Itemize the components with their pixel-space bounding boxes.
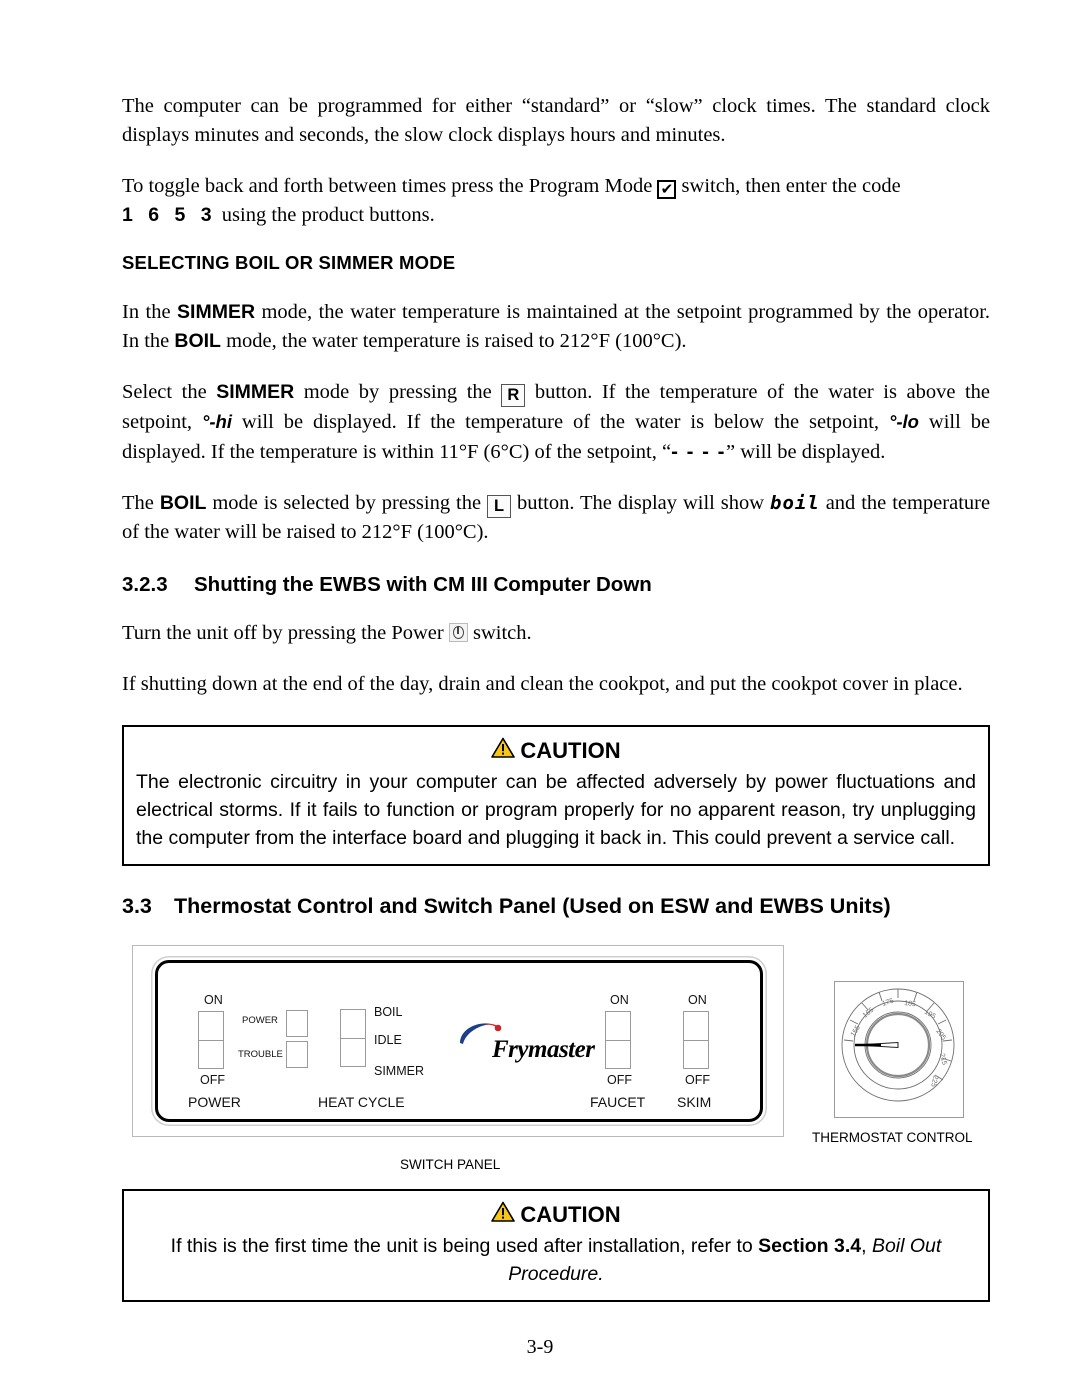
page-number: 3-9 [526,1336,554,1358]
heat-cycle-rocker-switch[interactable] [340,1009,366,1067]
dial-tick-185: 185 [904,1000,916,1008]
heat-boil-label: BOIL [374,1005,403,1019]
dial-tick-225: 225 [929,1075,939,1088]
indicator-lamp-pair [286,1010,308,1068]
paragraph-clock-times: The computer can be programmed for eithe… [122,95,990,146]
lamp-trouble-label: TROUBLE [238,1049,283,1060]
document-page: The computer can be programmed for eithe… [0,0,1080,1397]
heat-idle-label: IDLE [374,1033,402,1047]
section-title-3-2-3: Shutting the EWBS with CM III Computer D… [194,573,652,596]
toggle-text-c: using the product buttons. [221,204,435,226]
caution-box-electronics: CAUTION The electronic circuitry in your… [122,725,990,866]
switch-panel-outer-frame: ON OFF POWER POWER TROUBLE BOIL IDLE SIM… [132,945,784,1137]
caution-title-1: CAUTION [136,737,976,764]
figure-switch-panel-thermostat: ON OFF POWER POWER TROUBLE BOIL IDLE SIM… [122,945,990,1175]
simmer-text-a: In the [122,301,171,323]
paragraph-toggle-code: To toggle back and forth between times p… [122,172,990,230]
key-r-icon: R [501,384,526,407]
toggle-text-a: To toggle back and forth between times p… [122,175,653,197]
faucet-switch-off-label: OFF [607,1073,632,1087]
caution2-section-ref: Section 3.4 [758,1235,862,1257]
section-heading-3-2-3: 3.2.3 Shutting the EWBS with CM III Comp… [122,573,990,597]
label-simmer-2: SIMMER [216,381,295,403]
skim-switch-off-label: OFF [685,1073,710,1087]
warning-triangle-icon-2 [491,1201,516,1228]
page-content: The computer can be programmed for eithe… [122,92,990,1302]
select-text-b: mode by pressing the [303,381,492,403]
display-dashes: - - - - [671,440,726,463]
frymaster-logo: Frymaster ® [458,1021,613,1067]
caution-body-2: If this is the first time the unit is be… [136,1232,976,1288]
label-simmer: SIMMER [177,301,256,323]
power-symbol-icon [448,623,468,642]
caution-body-1: The electronic circuitry in your compute… [136,771,976,849]
dial-tick-215: 215 [938,1053,948,1066]
section-title-3-3: Thermostat Control and Switch Panel (Use… [174,894,891,918]
section-heading-3-3: 3.3 Thermostat Control and Switch Panel … [122,894,990,919]
faucet-switch-name: FAUCET [590,1094,646,1110]
label-boil-2: BOIL [159,492,207,514]
boil-text-c: button. The display will show [516,492,765,514]
lamp-power-label: POWER [242,1015,278,1026]
paragraph-shutdown-cleaning: If shutting down at the end of the day, … [122,673,963,695]
power-switch-name: POWER [188,1094,241,1110]
power-text-b: switch. [472,622,532,644]
label-boil: BOIL [174,330,221,352]
skim-switch-on-label: ON [688,993,707,1007]
warning-triangle-icon [491,737,516,764]
thermostat-dial: 155 165 175 185 195 205 215 225 [841,988,955,1102]
frymaster-wordmark: Frymaster [492,1036,595,1063]
power-rocker-switch[interactable] [198,1011,224,1069]
power-switch-off-label: OFF [200,1073,225,1087]
caution2-text-a: If this is the first time the unit is be… [170,1235,753,1257]
section-number-3-3: 3.3 [122,894,152,918]
heading-selecting-boil-or-simmer: SELECTING BOIL OR SIMMER MODE [122,252,456,273]
switch-panel-face: ON OFF POWER POWER TROUBLE BOIL IDLE SIM… [155,960,763,1122]
select-text-f: ” will be displayed. [726,441,886,463]
heat-cycle-name: HEAT CYCLE [318,1094,405,1110]
caution-word-2: CAUTION [520,1201,621,1227]
dial-tick-195: 195 [923,1009,937,1021]
dial-tick-155: 155 [850,1024,862,1038]
select-text-a: Select the [122,381,207,403]
toggle-text-b: switch, then enter the code [681,175,901,197]
thermostat-control-box: 155 165 175 185 195 205 215 225 [834,981,964,1118]
section-number-3-2-3: 3.2.3 [122,573,168,596]
select-text-d: will be displayed. If the temperature of… [241,411,880,433]
display-lo: °-lo [888,411,919,432]
display-hi: °-hi [201,411,232,432]
simmer-text-c: mode, the water temperature is raised to… [226,330,687,352]
program-code-digits: 1 6 5 3 [122,204,217,226]
display-boil: boil [770,492,820,514]
caution2-comma: , [861,1235,867,1257]
dial-tick-175: 175 [881,997,894,1007]
paragraph-simmer-boil-modes: In the SIMMER mode, the water temperatur… [122,298,990,356]
skim-rocker-switch[interactable] [683,1011,709,1069]
paragraph-power-off: Turn the unit off by pressing the Power … [122,619,990,648]
faucet-switch-on-label: ON [610,993,629,1007]
boil-text-a: The [122,492,154,514]
caution-word-1: CAUTION [520,737,621,763]
check-icon: ✔ [657,180,677,199]
caution-title-2: CAUTION [136,1201,976,1228]
skim-switch-name: SKIM [677,1094,712,1110]
power-switch-on-label: ON [204,993,223,1007]
boil-text-b: mode is selected by pressing the [212,492,482,514]
caution-box-boil-out: CAUTION If this is the first time the un… [122,1189,990,1302]
key-l-icon: L [487,495,512,518]
dial-tick-205: 205 [934,1028,947,1042]
paragraph-boil-mode: The BOIL mode is selected by pressing th… [122,489,990,547]
heat-simmer-label: SIMMER [374,1064,424,1078]
power-text-a: Turn the unit off by pressing the Power [122,622,444,644]
faucet-rocker-switch[interactable] [605,1011,631,1069]
switch-panel-caption: SWITCH PANEL [400,1157,501,1172]
thermostat-control-caption: THERMOSTAT CONTROL [812,1130,973,1145]
power-indicator-lamp [286,1010,308,1037]
paragraph-select-simmer: Select the SIMMER mode by pressing the R… [122,378,990,467]
trouble-indicator-lamp [286,1041,308,1068]
